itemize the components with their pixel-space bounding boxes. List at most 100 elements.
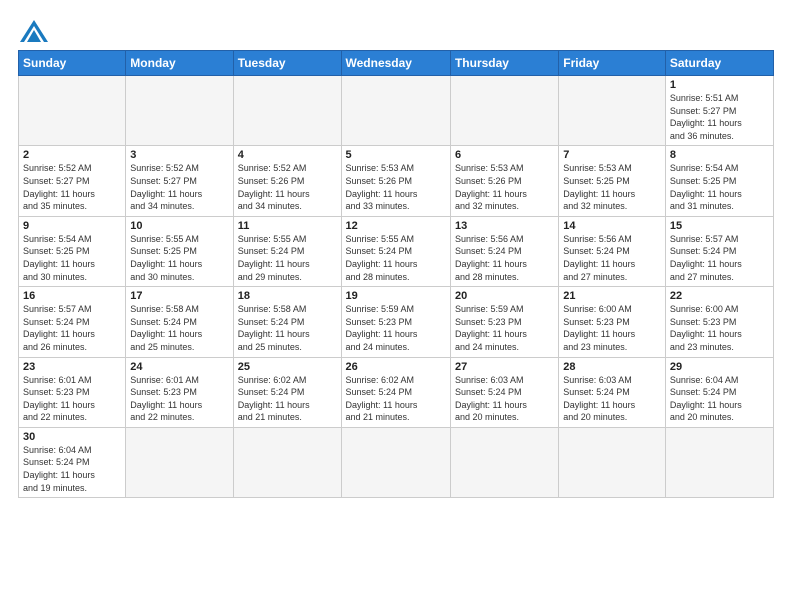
calendar-cell: 22Sunrise: 6:00 AM Sunset: 5:23 PM Dayli… (665, 287, 773, 357)
day-info: Sunrise: 6:03 AM Sunset: 5:24 PM Dayligh… (455, 374, 554, 424)
header (18, 16, 774, 42)
day-number: 22 (670, 290, 769, 302)
calendar-cell: 28Sunrise: 6:03 AM Sunset: 5:24 PM Dayli… (559, 357, 666, 427)
day-info: Sunrise: 5:57 AM Sunset: 5:24 PM Dayligh… (670, 233, 769, 283)
day-info: Sunrise: 5:58 AM Sunset: 5:24 PM Dayligh… (130, 303, 228, 353)
day-number: 29 (670, 361, 769, 373)
day-number: 12 (346, 220, 446, 232)
day-info: Sunrise: 6:02 AM Sunset: 5:24 PM Dayligh… (346, 374, 446, 424)
day-info: Sunrise: 5:59 AM Sunset: 5:23 PM Dayligh… (346, 303, 446, 353)
day-info: Sunrise: 5:52 AM Sunset: 5:27 PM Dayligh… (130, 162, 228, 212)
weekday-header-monday: Monday (126, 51, 233, 76)
day-info: Sunrise: 5:56 AM Sunset: 5:24 PM Dayligh… (455, 233, 554, 283)
calendar-week-row: 2Sunrise: 5:52 AM Sunset: 5:27 PM Daylig… (19, 146, 774, 216)
calendar-week-row: 23Sunrise: 6:01 AM Sunset: 5:23 PM Dayli… (19, 357, 774, 427)
calendar-cell: 26Sunrise: 6:02 AM Sunset: 5:24 PM Dayli… (341, 357, 450, 427)
day-number: 21 (563, 290, 661, 302)
day-info: Sunrise: 6:03 AM Sunset: 5:24 PM Dayligh… (563, 374, 661, 424)
calendar-cell: 4Sunrise: 5:52 AM Sunset: 5:26 PM Daylig… (233, 146, 341, 216)
calendar-cell (126, 76, 233, 146)
calendar-cell: 19Sunrise: 5:59 AM Sunset: 5:23 PM Dayli… (341, 287, 450, 357)
calendar-cell: 7Sunrise: 5:53 AM Sunset: 5:25 PM Daylig… (559, 146, 666, 216)
day-info: Sunrise: 6:04 AM Sunset: 5:24 PM Dayligh… (23, 444, 121, 494)
day-info: Sunrise: 5:58 AM Sunset: 5:24 PM Dayligh… (238, 303, 337, 353)
calendar-week-row: 1Sunrise: 5:51 AM Sunset: 5:27 PM Daylig… (19, 76, 774, 146)
day-info: Sunrise: 5:53 AM Sunset: 5:25 PM Dayligh… (563, 162, 661, 212)
calendar-cell (126, 427, 233, 497)
calendar-cell: 13Sunrise: 5:56 AM Sunset: 5:24 PM Dayli… (450, 216, 558, 286)
day-number: 20 (455, 290, 554, 302)
day-number: 13 (455, 220, 554, 232)
day-number: 14 (563, 220, 661, 232)
calendar-cell: 25Sunrise: 6:02 AM Sunset: 5:24 PM Dayli… (233, 357, 341, 427)
day-info: Sunrise: 5:52 AM Sunset: 5:27 PM Dayligh… (23, 162, 121, 212)
day-number: 25 (238, 361, 337, 373)
day-info: Sunrise: 5:55 AM Sunset: 5:25 PM Dayligh… (130, 233, 228, 283)
day-number: 19 (346, 290, 446, 302)
calendar-cell (665, 427, 773, 497)
calendar-week-row: 16Sunrise: 5:57 AM Sunset: 5:24 PM Dayli… (19, 287, 774, 357)
day-info: Sunrise: 5:59 AM Sunset: 5:23 PM Dayligh… (455, 303, 554, 353)
calendar-week-row: 30Sunrise: 6:04 AM Sunset: 5:24 PM Dayli… (19, 427, 774, 497)
day-number: 8 (670, 149, 769, 161)
weekday-header-tuesday: Tuesday (233, 51, 341, 76)
day-info: Sunrise: 5:57 AM Sunset: 5:24 PM Dayligh… (23, 303, 121, 353)
day-info: Sunrise: 6:01 AM Sunset: 5:23 PM Dayligh… (23, 374, 121, 424)
calendar-cell: 10Sunrise: 5:55 AM Sunset: 5:25 PM Dayli… (126, 216, 233, 286)
day-number: 18 (238, 290, 337, 302)
calendar-cell: 11Sunrise: 5:55 AM Sunset: 5:24 PM Dayli… (233, 216, 341, 286)
day-info: Sunrise: 5:51 AM Sunset: 5:27 PM Dayligh… (670, 92, 769, 142)
calendar-cell: 14Sunrise: 5:56 AM Sunset: 5:24 PM Dayli… (559, 216, 666, 286)
day-number: 4 (238, 149, 337, 161)
calendar-cell (233, 427, 341, 497)
calendar-cell: 30Sunrise: 6:04 AM Sunset: 5:24 PM Dayli… (19, 427, 126, 497)
day-number: 28 (563, 361, 661, 373)
page: SundayMondayTuesdayWednesdayThursdayFrid… (0, 0, 792, 508)
calendar-cell: 15Sunrise: 5:57 AM Sunset: 5:24 PM Dayli… (665, 216, 773, 286)
day-number: 11 (238, 220, 337, 232)
calendar-cell: 16Sunrise: 5:57 AM Sunset: 5:24 PM Dayli… (19, 287, 126, 357)
day-number: 17 (130, 290, 228, 302)
calendar-cell: 3Sunrise: 5:52 AM Sunset: 5:27 PM Daylig… (126, 146, 233, 216)
day-number: 27 (455, 361, 554, 373)
calendar-cell: 5Sunrise: 5:53 AM Sunset: 5:26 PM Daylig… (341, 146, 450, 216)
calendar-cell: 23Sunrise: 6:01 AM Sunset: 5:23 PM Dayli… (19, 357, 126, 427)
day-number: 23 (23, 361, 121, 373)
calendar-cell: 1Sunrise: 5:51 AM Sunset: 5:27 PM Daylig… (665, 76, 773, 146)
day-number: 5 (346, 149, 446, 161)
calendar-cell (559, 76, 666, 146)
day-info: Sunrise: 6:04 AM Sunset: 5:24 PM Dayligh… (670, 374, 769, 424)
calendar-cell: 27Sunrise: 6:03 AM Sunset: 5:24 PM Dayli… (450, 357, 558, 427)
weekday-header-thursday: Thursday (450, 51, 558, 76)
calendar-cell: 6Sunrise: 5:53 AM Sunset: 5:26 PM Daylig… (450, 146, 558, 216)
day-info: Sunrise: 5:54 AM Sunset: 5:25 PM Dayligh… (23, 233, 121, 283)
calendar-cell (233, 76, 341, 146)
day-info: Sunrise: 5:52 AM Sunset: 5:26 PM Dayligh… (238, 162, 337, 212)
calendar-cell (341, 427, 450, 497)
day-info: Sunrise: 5:55 AM Sunset: 5:24 PM Dayligh… (346, 233, 446, 283)
weekday-header-sunday: Sunday (19, 51, 126, 76)
day-number: 9 (23, 220, 121, 232)
day-number: 7 (563, 149, 661, 161)
day-number: 15 (670, 220, 769, 232)
day-info: Sunrise: 6:00 AM Sunset: 5:23 PM Dayligh… (670, 303, 769, 353)
calendar-cell: 9Sunrise: 5:54 AM Sunset: 5:25 PM Daylig… (19, 216, 126, 286)
weekday-header-wednesday: Wednesday (341, 51, 450, 76)
calendar-cell: 20Sunrise: 5:59 AM Sunset: 5:23 PM Dayli… (450, 287, 558, 357)
weekday-header-saturday: Saturday (665, 51, 773, 76)
day-info: Sunrise: 6:00 AM Sunset: 5:23 PM Dayligh… (563, 303, 661, 353)
calendar-cell (341, 76, 450, 146)
calendar-cell: 12Sunrise: 5:55 AM Sunset: 5:24 PM Dayli… (341, 216, 450, 286)
calendar-cell: 21Sunrise: 6:00 AM Sunset: 5:23 PM Dayli… (559, 287, 666, 357)
day-info: Sunrise: 5:53 AM Sunset: 5:26 PM Dayligh… (346, 162, 446, 212)
weekday-header-friday: Friday (559, 51, 666, 76)
calendar-table: SundayMondayTuesdayWednesdayThursdayFrid… (18, 50, 774, 498)
calendar-cell: 24Sunrise: 6:01 AM Sunset: 5:23 PM Dayli… (126, 357, 233, 427)
day-number: 30 (23, 431, 121, 443)
day-number: 26 (346, 361, 446, 373)
calendar-cell (559, 427, 666, 497)
day-info: Sunrise: 5:55 AM Sunset: 5:24 PM Dayligh… (238, 233, 337, 283)
day-info: Sunrise: 6:01 AM Sunset: 5:23 PM Dayligh… (130, 374, 228, 424)
day-number: 16 (23, 290, 121, 302)
day-number: 24 (130, 361, 228, 373)
